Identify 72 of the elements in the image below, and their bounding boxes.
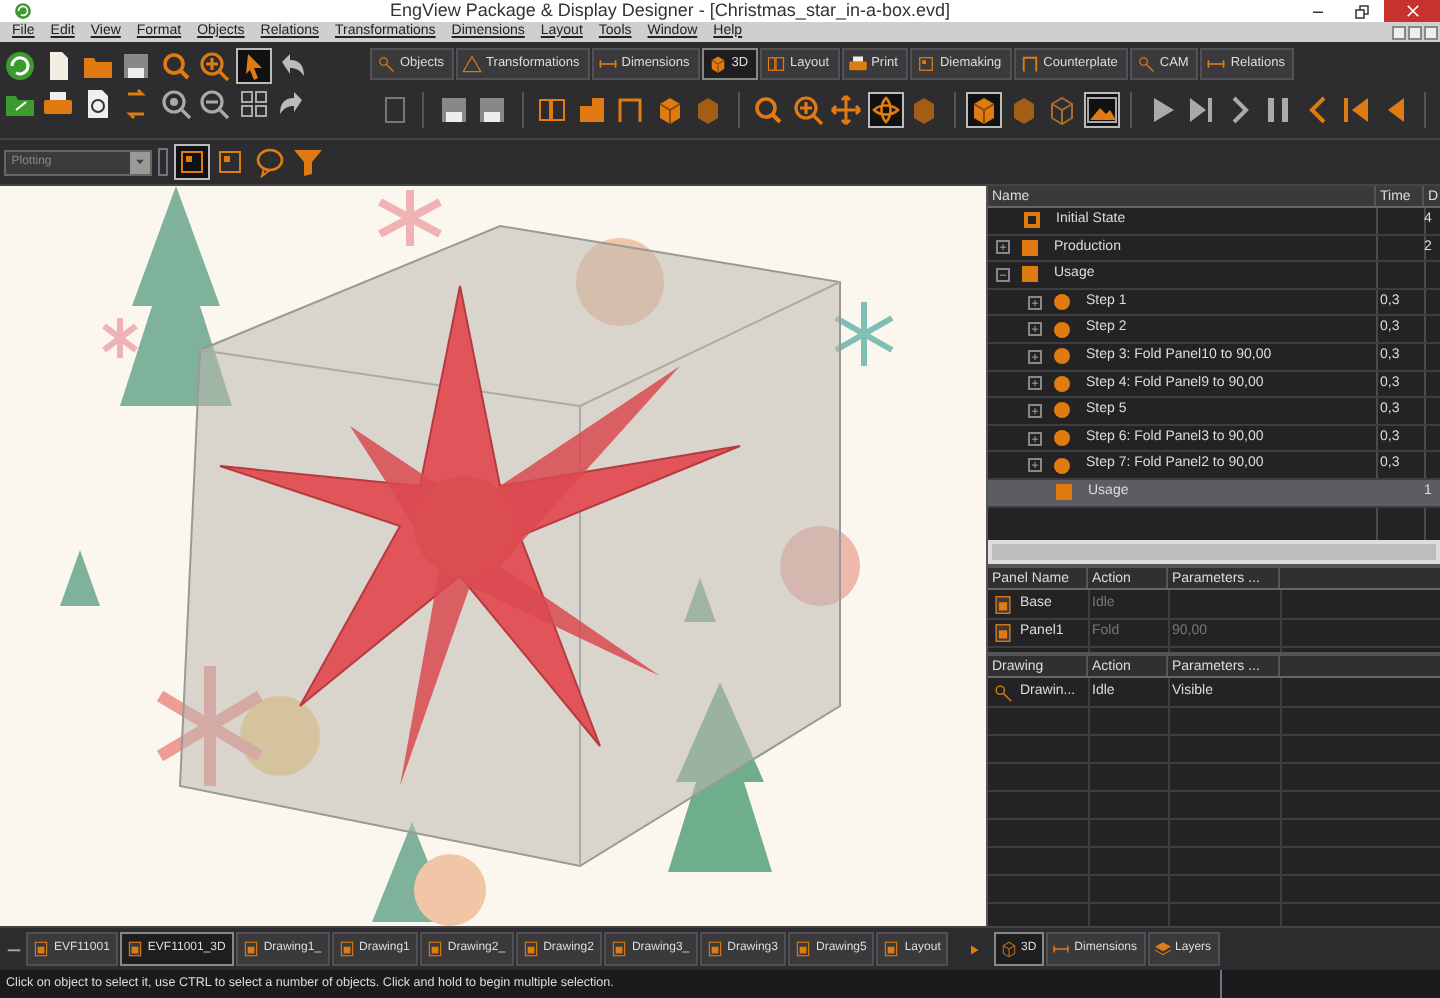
panel-icon[interactable] <box>536 94 568 126</box>
ruler-icon <box>1206 54 1227 74</box>
expand-icon[interactable] <box>1028 403 1042 418</box>
scroll-right-icon[interactable] <box>967 943 979 955</box>
horizontal-scrollbar[interactable] <box>988 540 1440 564</box>
panel-icon <box>992 593 1014 615</box>
zoom-in-icon[interactable] <box>198 49 231 81</box>
document-icon <box>609 940 628 958</box>
panel-icon <box>992 621 1014 643</box>
pointer-icon[interactable] <box>237 49 270 81</box>
rotate-icon[interactable] <box>869 94 901 126</box>
image-icon[interactable] <box>1085 94 1117 126</box>
document-icon <box>241 940 260 958</box>
document-icon <box>705 940 724 958</box>
filter-icon[interactable] <box>292 146 325 178</box>
minimize-button[interactable] <box>1392 25 1406 39</box>
collapse-icon[interactable] <box>996 267 1010 282</box>
expand-icon[interactable] <box>1028 295 1042 310</box>
zoom-in-icon[interactable] <box>791 94 823 126</box>
ruler-icon <box>597 54 618 74</box>
expand-icon[interactable] <box>1028 376 1042 391</box>
document-icon <box>425 940 444 958</box>
document-icon <box>337 940 356 958</box>
close-button[interactable] <box>1424 25 1438 39</box>
save-icon[interactable] <box>437 94 469 126</box>
document-icon <box>793 940 812 958</box>
solid-cube-icon[interactable] <box>968 94 1000 126</box>
zoom-out-icon[interactable] <box>198 88 231 120</box>
save-icon[interactable] <box>476 94 508 126</box>
layers-icon <box>1153 940 1172 958</box>
cube-icon <box>707 54 728 74</box>
printer-icon[interactable] <box>42 88 75 120</box>
frame-icon <box>1019 54 1040 74</box>
grid-icon[interactable] <box>237 88 270 120</box>
fold-icon[interactable] <box>575 94 607 126</box>
expand-icon[interactable] <box>1028 431 1042 446</box>
window-title: EngView Package & Display Designer - [Christmas_star_in-a-box.evd] <box>388 0 952 22</box>
chip-icon <box>915 54 936 74</box>
restore-button[interactable] <box>1408 25 1422 39</box>
restore-icon[interactable] <box>1354 3 1370 19</box>
search-icon[interactable] <box>159 49 192 81</box>
move-icon[interactable] <box>830 94 862 126</box>
slider-handle[interactable] <box>158 148 169 176</box>
undo-icon[interactable] <box>276 49 309 81</box>
close-button[interactable] <box>1384 0 1440 22</box>
panel-icon <box>766 54 787 74</box>
expand-icon[interactable] <box>1028 349 1042 364</box>
refresh-icon[interactable] <box>3 49 36 81</box>
close-icon <box>1405 4 1419 18</box>
chip-icon[interactable] <box>214 146 247 178</box>
zoom-fit-icon[interactable] <box>159 88 192 120</box>
skip-forward-icon[interactable] <box>1184 94 1216 126</box>
document-icon <box>125 940 144 958</box>
save-icon[interactable] <box>120 49 153 81</box>
speech-bubble-icon[interactable] <box>253 146 286 178</box>
document-icon <box>882 940 901 958</box>
frame-icon[interactable] <box>614 94 646 126</box>
caret-icon <box>133 156 146 168</box>
chip-icon[interactable] <box>175 146 208 178</box>
expand-icon[interactable] <box>1028 458 1042 473</box>
skip-back-icon[interactable] <box>1340 94 1372 126</box>
pause-icon[interactable] <box>1262 94 1294 126</box>
ruler-icon <box>1052 940 1071 958</box>
document-icon <box>521 940 540 958</box>
expand-icon[interactable] <box>996 240 1010 255</box>
triangle-icon <box>462 54 483 74</box>
search-icon[interactable] <box>752 94 784 126</box>
cube-icon[interactable] <box>692 94 724 126</box>
document-icon <box>32 940 50 958</box>
cube-icon <box>999 940 1017 958</box>
printer-icon <box>847 54 868 74</box>
expand-icon[interactable] <box>1028 322 1042 337</box>
